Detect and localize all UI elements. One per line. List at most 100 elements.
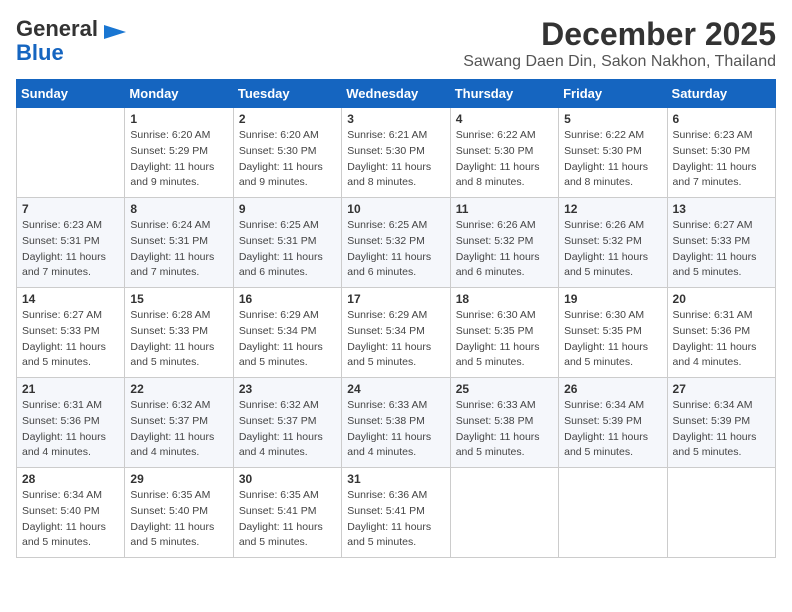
cell-day-number: 6 [673,112,770,126]
cell-info: Sunrise: 6:20 AMSunset: 5:30 PMDaylight:… [239,128,336,191]
cell-day-number: 4 [456,112,553,126]
cell-day-number: 31 [347,472,444,486]
cell-info: Sunrise: 6:31 AMSunset: 5:36 PMDaylight:… [22,398,119,461]
cell-day-number: 11 [456,202,553,216]
cell-info: Sunrise: 6:24 AMSunset: 5:31 PMDaylight:… [130,218,227,281]
cell-info: Sunrise: 6:29 AMSunset: 5:34 PMDaylight:… [347,308,444,371]
calendar-cell: 5Sunrise: 6:22 AMSunset: 5:30 PMDaylight… [559,108,667,198]
calendar-cell: 16 Sunrise: 6:29 AMSunset: 5:34 PMDayligh… [233,288,341,378]
cell-day-number: 18 [456,292,553,306]
cell-info: Sunrise: 6:29 AMSunset: 5:34 PMDaylight:… [239,308,336,371]
cell-day-number: 3 [347,112,444,126]
header-day-sunday: Sunday [17,80,125,108]
logo-arrow-icon [104,25,126,39]
page-subtitle: Sawang Daen Din, Sakon Nakhon, Thailand [463,53,776,71]
week-row-5: 28 Sunrise: 6:34 AMSunset: 5:40 PMDayligh… [17,468,776,558]
calendar-cell [667,468,775,558]
cell-info: Sunrise: 6:36 AMSunset: 5:41 PMDaylight:… [347,488,444,551]
cell-day-number: 7 [22,202,119,216]
cell-day-number: 22 [130,382,227,396]
cell-day-number: 15 [130,292,227,306]
cell-info: Sunrise: 6:32 AMSunset: 5:37 PMDaylight:… [239,398,336,461]
calendar-cell: 1Sunrise: 6:20 AMSunset: 5:29 PMDaylight… [125,108,233,198]
cell-info: Sunrise: 6:27 AMSunset: 5:33 PMDaylight:… [673,218,770,281]
cell-info: Sunrise: 6:35 AMSunset: 5:40 PMDaylight:… [130,488,227,551]
calendar-cell: 28 Sunrise: 6:34 AMSunset: 5:40 PMDayligh… [17,468,125,558]
calendar-cell: 26Sunrise: 6:34 AMSunset: 5:39 PMDayligh… [559,378,667,468]
calendar-cell: 30 Sunrise: 6:35 AMSunset: 5:41 PMDayligh… [233,468,341,558]
cell-info: Sunrise: 6:23 AMSunset: 5:31 PMDaylight:… [22,218,119,281]
calendar-cell: 10 Sunrise: 6:25 AMSunset: 5:32 PMDayligh… [342,198,450,288]
cell-day-number: 13 [673,202,770,216]
cell-day-number: 24 [347,382,444,396]
cell-day-number: 30 [239,472,336,486]
calendar-cell: 9 Sunrise: 6:25 AMSunset: 5:31 PMDaylight… [233,198,341,288]
calendar-cell: 7 Sunrise: 6:23 AMSunset: 5:31 PMDaylight… [17,198,125,288]
cell-day-number: 27 [673,382,770,396]
week-row-1: 1Sunrise: 6:20 AMSunset: 5:29 PMDaylight… [17,108,776,198]
calendar-cell: 15 Sunrise: 6:28 AMSunset: 5:33 PMDayligh… [125,288,233,378]
cell-day-number: 9 [239,202,336,216]
cell-day-number: 26 [564,382,661,396]
week-row-3: 14 Sunrise: 6:27 AMSunset: 5:33 PMDayligh… [17,288,776,378]
cell-info: Sunrise: 6:25 AMSunset: 5:32 PMDaylight:… [347,218,444,281]
cell-info: Sunrise: 6:25 AMSunset: 5:31 PMDaylight:… [239,218,336,281]
header-day-wednesday: Wednesday [342,80,450,108]
calendar-cell: 14 Sunrise: 6:27 AMSunset: 5:33 PMDayligh… [17,288,125,378]
calendar-cell: 25Sunrise: 6:33 AMSunset: 5:38 PMDayligh… [450,378,558,468]
cell-day-number: 8 [130,202,227,216]
cell-day-number: 17 [347,292,444,306]
calendar-cell: 17 Sunrise: 6:29 AMSunset: 5:34 PMDayligh… [342,288,450,378]
calendar-cell: 31 Sunrise: 6:36 AMSunset: 5:41 PMDayligh… [342,468,450,558]
calendar-cell: 13 Sunrise: 6:27 AMSunset: 5:33 PMDayligh… [667,198,775,288]
cell-day-number: 25 [456,382,553,396]
cell-info: Sunrise: 6:28 AMSunset: 5:33 PMDaylight:… [130,308,227,371]
calendar-cell: 18 Sunrise: 6:30 AMSunset: 5:35 PMDayligh… [450,288,558,378]
cell-info: Sunrise: 6:26 AMSunset: 5:32 PMDaylight:… [564,218,661,281]
cell-info: Sunrise: 6:30 AMSunset: 5:35 PMDaylight:… [456,308,553,371]
cell-day-number: 23 [239,382,336,396]
cell-day-number: 12 [564,202,661,216]
cell-info: Sunrise: 6:35 AMSunset: 5:41 PMDaylight:… [239,488,336,551]
header-day-thursday: Thursday [450,80,558,108]
logo-blue: Blue [16,41,64,65]
cell-day-number: 5 [564,112,661,126]
calendar-cell: 22 Sunrise: 6:32 AMSunset: 5:37 PMDayligh… [125,378,233,468]
header-day-monday: Monday [125,80,233,108]
cell-info: Sunrise: 6:34 AMSunset: 5:40 PMDaylight:… [22,488,119,551]
week-row-2: 7 Sunrise: 6:23 AMSunset: 5:31 PMDaylight… [17,198,776,288]
cell-info: Sunrise: 6:21 AMSunset: 5:30 PMDaylight:… [347,128,444,191]
cell-info: Sunrise: 6:31 AMSunset: 5:36 PMDaylight:… [673,308,770,371]
cell-day-number: 1 [130,112,227,126]
header: General Blue December 2025 Sawang Daen D… [16,16,776,71]
cell-info: Sunrise: 6:23 AMSunset: 5:30 PMDaylight:… [673,128,770,191]
cell-day-number: 21 [22,382,119,396]
page-title: December 2025 [463,16,776,53]
calendar-cell: 23 Sunrise: 6:32 AMSunset: 5:37 PMDayligh… [233,378,341,468]
cell-day-number: 16 [239,292,336,306]
cell-info: Sunrise: 6:33 AMSunset: 5:38 PMDaylight:… [347,398,444,461]
calendar-cell: 24 Sunrise: 6:33 AMSunset: 5:38 PMDayligh… [342,378,450,468]
calendar-cell: 20Sunrise: 6:31 AMSunset: 5:36 PMDayligh… [667,288,775,378]
calendar-cell: 19Sunrise: 6:30 AMSunset: 5:35 PMDayligh… [559,288,667,378]
calendar-cell: 6 Sunrise: 6:23 AMSunset: 5:30 PMDaylight… [667,108,775,198]
cell-day-number: 10 [347,202,444,216]
calendar-cell [450,468,558,558]
cell-info: Sunrise: 6:22 AMSunset: 5:30 PMDaylight:… [456,128,553,191]
title-section: December 2025 Sawang Daen Din, Sakon Nak… [463,16,776,71]
header-day-saturday: Saturday [667,80,775,108]
cell-day-number: 14 [22,292,119,306]
cell-info: Sunrise: 6:26 AMSunset: 5:32 PMDaylight:… [456,218,553,281]
cell-info: Sunrise: 6:27 AMSunset: 5:33 PMDaylight:… [22,308,119,371]
week-row-4: 21 Sunrise: 6:31 AMSunset: 5:36 PMDayligh… [17,378,776,468]
calendar-table: SundayMondayTuesdayWednesdayThursdayFrid… [16,79,776,558]
calendar-cell: 4 Sunrise: 6:22 AMSunset: 5:30 PMDaylight… [450,108,558,198]
calendar-cell: 3 Sunrise: 6:21 AMSunset: 5:30 PMDaylight… [342,108,450,198]
calendar-cell: 2Sunrise: 6:20 AMSunset: 5:30 PMDaylight… [233,108,341,198]
calendar-cell: 8 Sunrise: 6:24 AMSunset: 5:31 PMDaylight… [125,198,233,288]
cell-day-number: 29 [130,472,227,486]
calendar-cell: 11 Sunrise: 6:26 AMSunset: 5:32 PMDayligh… [450,198,558,288]
cell-day-number: 28 [22,472,119,486]
logo: General Blue [16,16,126,66]
cell-info: Sunrise: 6:32 AMSunset: 5:37 PMDaylight:… [130,398,227,461]
